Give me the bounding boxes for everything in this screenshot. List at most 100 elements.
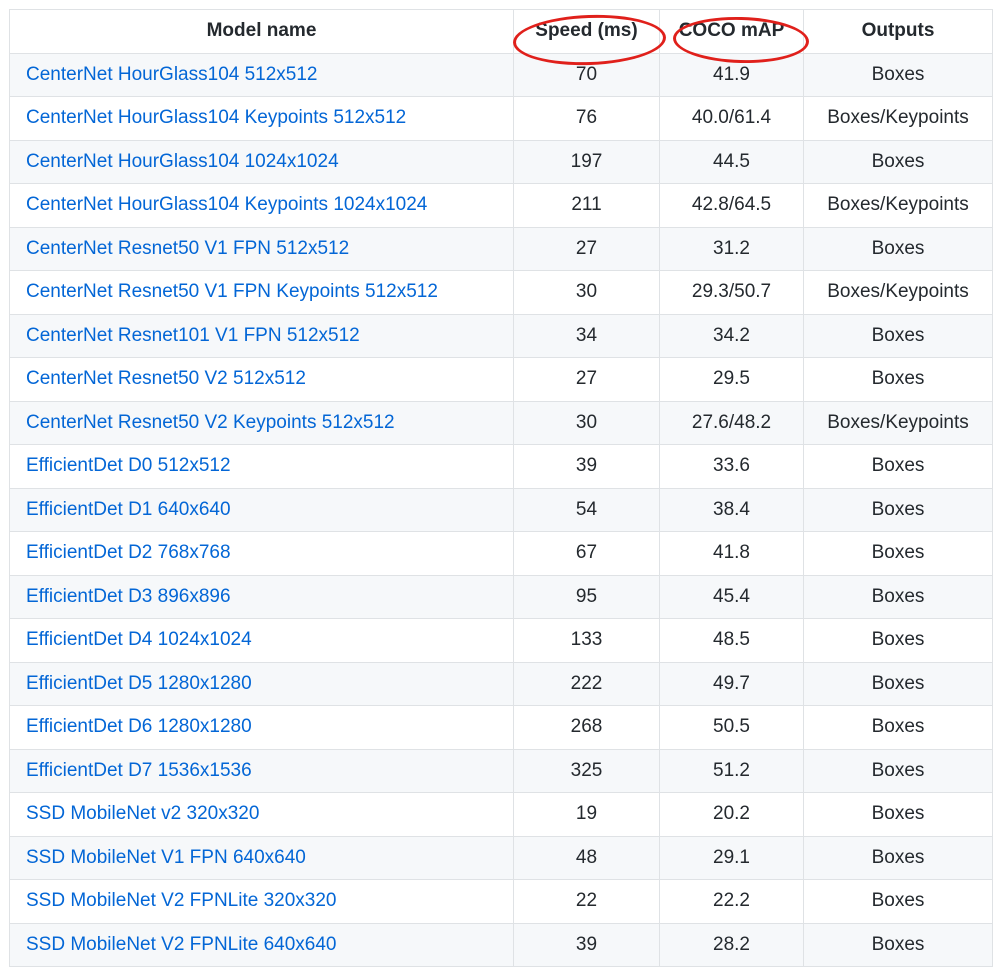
model-link[interactable]: EfficientDet D0 512x512	[26, 455, 231, 476]
coco-map-cell: 33.6	[659, 444, 804, 489]
model-link[interactable]: SSD MobileNet V1 FPN 640x640	[26, 847, 306, 868]
table-row: CenterNet Resnet50 V2 512x512 27 29.5 Boxes	[9, 357, 993, 402]
table-row: SSD MobileNet V2 FPNLite 640x640 39 28.2 Bo…	[9, 922, 993, 967]
model-link[interactable]: CenterNet HourGlass104 512x512	[26, 64, 318, 85]
speed-cell: 48	[513, 835, 660, 880]
speed-cell: 27	[513, 357, 660, 402]
model-name-cell: SSD MobileNet V2 FPNLite 640x640	[9, 922, 514, 967]
outputs-cell: Boxes	[803, 661, 993, 706]
model-link[interactable]: CenterNet Resnet101 V1 FPN 512x512	[26, 325, 360, 346]
model-name-cell: CenterNet Resnet50 V1 FPN 512x512	[9, 226, 514, 271]
table-row: SSD MobileNet v2 320x320 19 20.2 Boxes	[9, 792, 993, 837]
coco-map-cell: 48.5	[659, 618, 804, 663]
model-name-cell: EfficientDet D1 640x640	[9, 487, 514, 532]
coco-map-cell: 44.5	[659, 139, 804, 184]
speed-cell: 27	[513, 226, 660, 271]
model-name-cell: SSD MobileNet V1 FPN 640x640	[9, 835, 514, 880]
speed-cell: 34	[513, 313, 660, 358]
model-link[interactable]: CenterNet Resnet50 V1 FPN 512x512	[26, 238, 349, 259]
model-link[interactable]: EfficientDet D1 640x640	[26, 499, 231, 520]
model-name-cell: SSD MobileNet v2 320x320	[9, 792, 514, 837]
speed-cell: 67	[513, 531, 660, 576]
model-link[interactable]: CenterNet HourGlass104 Keypoints 512x512	[26, 107, 406, 128]
coco-map-cell: 29.3/50.7	[659, 270, 804, 315]
table-body: CenterNet HourGlass104 512x512 70 41.9 Boxe…	[9, 52, 993, 967]
outputs-cell: Boxes	[803, 357, 993, 402]
model-name-cell: CenterNet HourGlass104 Keypoints 512x512	[9, 96, 514, 141]
model-zoo-table-container: Model name Speed (ms) COCO mAP Outputs C…	[9, 9, 993, 967]
model-link[interactable]: CenterNet Resnet50 V2 Keypoints 512x512	[26, 412, 395, 433]
outputs-cell: Boxes	[803, 879, 993, 924]
table-row: CenterNet HourGlass104 512x512 70 41.9 Boxe…	[9, 52, 993, 97]
outputs-cell: Boxes	[803, 444, 993, 489]
model-name-cell: EfficientDet D7 1536x1536	[9, 748, 514, 793]
coco-map-cell: 45.4	[659, 574, 804, 619]
column-header-model-name: Model name	[9, 9, 514, 54]
table-row: EfficientDet D4 1024x1024 133 48.5 Boxes	[9, 618, 993, 663]
table-row: CenterNet HourGlass104 Keypoints 512x512…	[9, 96, 993, 141]
outputs-cell: Boxes	[803, 748, 993, 793]
table-row: EfficientDet D6 1280x1280 268 50.5 Boxes	[9, 705, 993, 750]
coco-map-cell: 41.8	[659, 531, 804, 576]
model-link[interactable]: CenterNet Resnet50 V2 512x512	[26, 368, 306, 389]
column-header-coco-map: COCO mAP	[659, 9, 804, 54]
coco-map-cell: 41.9	[659, 52, 804, 97]
model-name-cell: CenterNet HourGlass104 512x512	[9, 52, 514, 97]
outputs-cell: Boxes	[803, 531, 993, 576]
table-header: Model name Speed (ms) COCO mAP Outputs	[9, 9, 993, 54]
outputs-cell: Boxes	[803, 313, 993, 358]
coco-map-cell: 20.2	[659, 792, 804, 837]
model-name-cell: SSD MobileNet V2 FPNLite 320x320	[9, 879, 514, 924]
model-link[interactable]: EfficientDet D7 1536x1536	[26, 760, 252, 781]
outputs-cell: Boxes	[803, 705, 993, 750]
table-row: EfficientDet D0 512x512 39 33.6 Boxes	[9, 444, 993, 489]
model-name-cell: EfficientDet D4 1024x1024	[9, 618, 514, 663]
model-link[interactable]: CenterNet HourGlass104 1024x1024	[26, 151, 339, 172]
model-name-cell: EfficientDet D2 768x768	[9, 531, 514, 576]
speed-cell: 39	[513, 444, 660, 489]
coco-map-cell: 27.6/48.2	[659, 400, 804, 445]
model-name-cell: CenterNet HourGlass104 1024x1024	[9, 139, 514, 184]
speed-cell: 39	[513, 922, 660, 967]
model-link[interactable]: SSD MobileNet v2 320x320	[26, 803, 259, 824]
model-link[interactable]: EfficientDet D4 1024x1024	[26, 629, 252, 650]
coco-map-cell: 29.5	[659, 357, 804, 402]
table-row: CenterNet HourGlass104 1024x1024 197 44.5 B…	[9, 139, 993, 184]
model-link[interactable]: CenterNet Resnet50 V1 FPN Keypoints 512x…	[26, 281, 438, 302]
coco-map-cell: 34.2	[659, 313, 804, 358]
speed-cell: 19	[513, 792, 660, 837]
speed-cell: 211	[513, 183, 660, 228]
table-row: CenterNet Resnet50 V2 Keypoints 512x512 3…	[9, 400, 993, 445]
outputs-cell: Boxes	[803, 52, 993, 97]
column-header-speed: Speed (ms)	[513, 9, 660, 54]
model-name-cell: CenterNet Resnet50 V2 512x512	[9, 357, 514, 402]
table-row: CenterNet Resnet50 V1 FPN 512x512 27 31.2 B…	[9, 226, 993, 271]
model-name-cell: EfficientDet D6 1280x1280	[9, 705, 514, 750]
coco-map-cell: 40.0/61.4	[659, 96, 804, 141]
speed-cell: 95	[513, 574, 660, 619]
model-link[interactable]: EfficientDet D3 896x896	[26, 586, 231, 607]
speed-cell: 325	[513, 748, 660, 793]
speed-cell: 54	[513, 487, 660, 532]
outputs-cell: Boxes	[803, 487, 993, 532]
speed-cell: 268	[513, 705, 660, 750]
model-zoo-table: Model name Speed (ms) COCO mAP Outputs C…	[9, 9, 993, 967]
model-link[interactable]: SSD MobileNet V2 FPNLite 640x640	[26, 934, 337, 955]
model-link[interactable]: EfficientDet D2 768x768	[26, 542, 231, 563]
model-link[interactable]: EfficientDet D6 1280x1280	[26, 716, 252, 737]
coco-map-cell: 42.8/64.5	[659, 183, 804, 228]
speed-cell: 76	[513, 96, 660, 141]
outputs-cell: Boxes	[803, 574, 993, 619]
outputs-cell: Boxes/Keypoints	[803, 400, 993, 445]
outputs-cell: Boxes/Keypoints	[803, 183, 993, 228]
outputs-cell: Boxes/Keypoints	[803, 96, 993, 141]
coco-map-cell: 29.1	[659, 835, 804, 880]
coco-map-cell: 22.2	[659, 879, 804, 924]
speed-cell: 222	[513, 661, 660, 706]
model-link[interactable]: SSD MobileNet V2 FPNLite 320x320	[26, 890, 337, 911]
table-row: EfficientDet D1 640x640 54 38.4 Boxes	[9, 487, 993, 532]
outputs-cell: Boxes	[803, 618, 993, 663]
model-link[interactable]: CenterNet HourGlass104 Keypoints 1024x10…	[26, 194, 427, 215]
outputs-cell: Boxes	[803, 835, 993, 880]
model-link[interactable]: EfficientDet D5 1280x1280	[26, 673, 252, 694]
